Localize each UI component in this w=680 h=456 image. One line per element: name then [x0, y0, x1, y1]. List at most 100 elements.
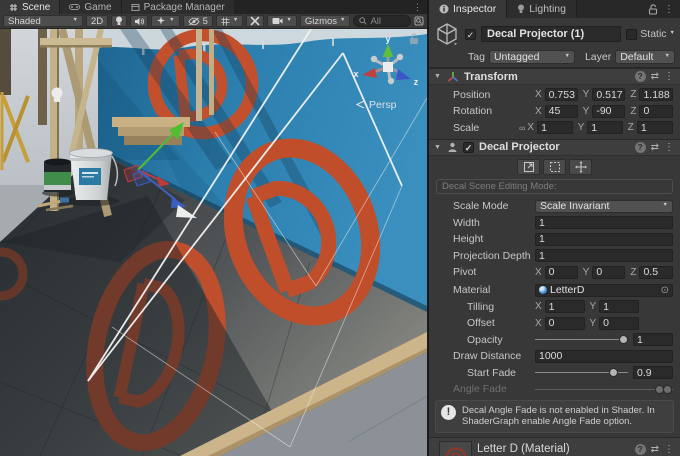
draw-mode-dropdown[interactable]: Shaded ▼ — [3, 15, 83, 27]
position-z-field[interactable]: 1.188 — [639, 88, 673, 101]
foldout-icon[interactable]: ▼ — [433, 73, 442, 80]
decal-projector-title: Decal Projector — [479, 141, 560, 153]
axis-y-label: Y — [583, 267, 590, 278]
rotation-x-field[interactable]: 45 — [545, 105, 578, 118]
pivot-edit-mode-button[interactable] — [569, 159, 592, 175]
speaker-icon — [134, 17, 144, 26]
chevron-down-icon: ▼ — [564, 54, 569, 60]
draw-distance-field[interactable]: 1000 — [535, 350, 673, 363]
start-fade-label: Start Fade — [453, 367, 535, 379]
tab-lighting[interactable]: Lighting — [507, 0, 577, 18]
opacity-slider[interactable] — [535, 333, 628, 346]
static-toggle[interactable]: Static ▼ — [626, 28, 675, 40]
axis-center-cube[interactable] — [383, 62, 393, 72]
preset-icon[interactable]: ⇄ — [651, 71, 659, 82]
help-icon[interactable]: ? — [635, 71, 646, 82]
help-icon[interactable]: ? — [635, 142, 646, 153]
tab-package-manager-label: Package Manager — [144, 2, 225, 13]
inspector-menu-icon[interactable]: ⋮ — [664, 4, 674, 15]
axis-x-label: X — [535, 301, 542, 312]
layer-dropdown[interactable]: Default ▼ — [615, 50, 675, 64]
object-picker-icon[interactable]: ⊙ — [661, 285, 669, 296]
opacity-row: Opacity 1 — [453, 333, 673, 346]
scene-search-input[interactable]: All — [353, 15, 411, 27]
kebab-icon[interactable]: ⋮ — [664, 142, 674, 153]
active-checkbox[interactable]: ✓ — [465, 29, 476, 40]
axis-z-label: Z — [628, 122, 634, 133]
kebab-icon[interactable]: ⋮ — [664, 71, 674, 82]
pivot-z-field[interactable]: 0.5 — [639, 266, 673, 279]
scale-edit-mode-button[interactable] — [517, 159, 540, 175]
material-object-field[interactable]: LetterD ⊙ — [535, 284, 673, 297]
2d-label: 2D — [91, 16, 103, 27]
tab-package-manager[interactable]: Package Manager — [122, 0, 235, 14]
offset-y-field[interactable]: 0 — [599, 317, 639, 330]
tiling-y-field[interactable]: 1 — [599, 300, 639, 313]
start-fade-field[interactable]: 0.9 — [633, 366, 673, 379]
help-icon[interactable]: ? — [635, 444, 646, 455]
material-thumbnail[interactable] — [439, 441, 472, 456]
scale-mode-dropdown[interactable]: Scale Invariant ▼ — [535, 200, 673, 213]
rotation-z-field[interactable]: 0 — [639, 105, 673, 118]
chevron-down-icon: ▼ — [340, 18, 345, 24]
static-checkbox[interactable] — [626, 29, 637, 40]
tab-scene[interactable]: Scene — [0, 0, 60, 14]
preset-icon[interactable]: ⇄ — [651, 444, 659, 455]
offset-x-field[interactable]: 0 — [545, 317, 585, 330]
scene-audio-toggle[interactable] — [130, 15, 148, 27]
search-window-icon[interactable] — [414, 16, 424, 26]
tag-value: Untagged — [494, 51, 561, 63]
scale-y-field[interactable]: 1 — [587, 121, 623, 134]
chevron-down-icon: ▼ — [286, 18, 291, 24]
decal-editing-mode-label: Decal Scene Editing Mode: — [442, 181, 557, 192]
help-text: Decal Angle Fade is not enabled in Shade… — [462, 405, 668, 429]
kebab-icon[interactable]: ⋮ — [664, 444, 674, 455]
pivot-y-field[interactable]: 0 — [592, 266, 625, 279]
scale-z-field[interactable]: 1 — [637, 121, 673, 134]
crop-edit-mode-button[interactable] — [543, 159, 566, 175]
start-fade-slider[interactable] — [535, 366, 628, 379]
gameobject-name-field[interactable]: Decal Projector (1) — [481, 26, 621, 42]
pivot-label: Pivot — [453, 266, 535, 278]
position-x-field[interactable]: 0.753 — [545, 88, 578, 101]
angle-fade-slider — [535, 383, 673, 396]
scene-viewport[interactable]: y x z Persp — [0, 29, 427, 456]
scene-effects-toggle[interactable]: ▼ — [151, 15, 179, 27]
axis-y-label: Y — [583, 89, 590, 100]
scene-pane-menu-icon[interactable]: ⋮ — [408, 0, 427, 14]
rotation-y-field[interactable]: -90 — [592, 105, 625, 118]
preset-icon[interactable]: ⇄ — [651, 142, 659, 153]
scene-grid-dropdown[interactable]: ▼ — [216, 15, 243, 27]
scene-tools-button[interactable] — [246, 15, 264, 27]
tag-dropdown[interactable]: Untagged ▼ — [489, 50, 575, 64]
projection-depth-field[interactable]: 1 — [535, 249, 673, 262]
width-field[interactable]: 1 — [535, 216, 673, 229]
tab-game[interactable]: Game — [60, 0, 121, 14]
gameobject-cube-icon[interactable] — [434, 21, 460, 47]
height-field[interactable]: 1 — [535, 233, 673, 246]
transform-component: ▼ Transform ? ⇄ ⋮ Position X0.753 Y0.517 — [429, 68, 680, 139]
scene-lighting-toggle[interactable] — [111, 15, 127, 27]
gizmos-dropdown[interactable]: Gizmos ▼ — [300, 15, 351, 27]
tiling-x-field[interactable]: 1 — [545, 300, 585, 313]
decal-projector-header[interactable]: ▼ ✓ Decal Projector ? ⇄ ⋮ — [429, 139, 680, 156]
position-y-field[interactable]: 0.517 — [592, 88, 625, 101]
component-enabled-checkbox[interactable]: ✓ — [463, 142, 474, 153]
foldout-icon[interactable]: ▼ — [433, 144, 442, 151]
axis-z-label: Z — [630, 89, 636, 100]
scene-visibility-toggle[interactable]: 5 — [183, 15, 213, 27]
opacity-field[interactable]: 1 — [633, 333, 673, 346]
2d-toggle-button[interactable]: 2D — [86, 15, 108, 27]
transform-header[interactable]: ▼ Transform ? ⇄ ⋮ — [429, 68, 680, 85]
axis-x-label: X — [535, 106, 542, 117]
scene-camera-dropdown[interactable]: ▼ — [267, 15, 296, 27]
scale-x-field[interactable]: 1 — [537, 121, 573, 134]
unlock-icon[interactable] — [648, 4, 658, 15]
tab-inspector[interactable]: Inspector — [429, 0, 507, 18]
scene-pane: Scene Game Package Manager ⋮ Shaded ▼ 2D — [0, 0, 427, 456]
link-scale-icon[interactable]: ∞ — [519, 123, 525, 133]
material-sphere-icon — [539, 286, 547, 294]
info-icon — [439, 4, 449, 14]
draw-distance-label: Draw Distance — [453, 350, 535, 362]
pivot-x-field[interactable]: 0 — [545, 266, 578, 279]
